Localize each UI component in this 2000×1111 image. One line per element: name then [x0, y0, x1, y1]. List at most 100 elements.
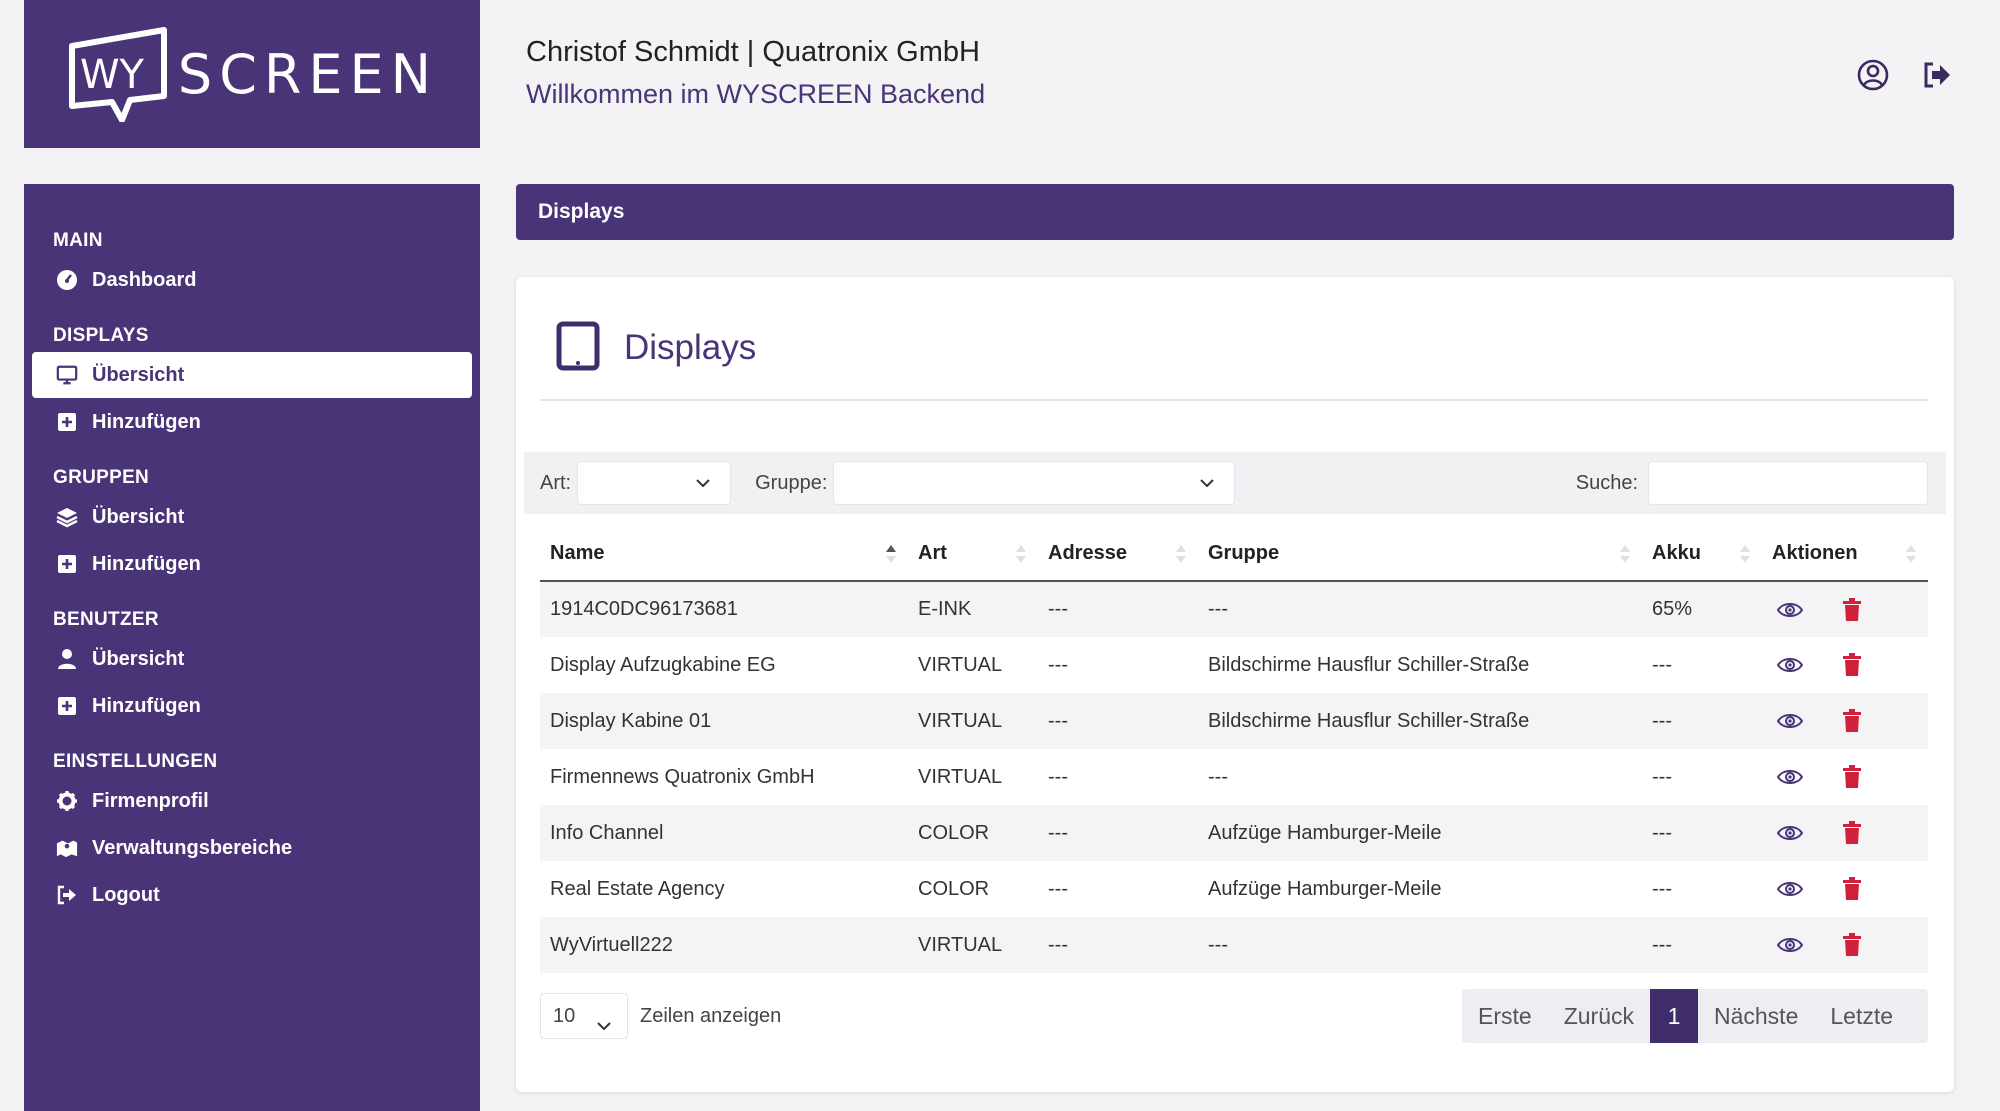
column-header-name[interactable]: Name	[540, 527, 908, 582]
cell-adresse: ---	[1038, 581, 1198, 637]
gear-icon	[56, 790, 78, 812]
logout-icon	[56, 884, 78, 906]
sidebar-item-displays-overview[interactable]: Übersicht	[32, 352, 472, 398]
sidebar-item-verwaltungsbereiche[interactable]: Verwaltungsbereiche	[32, 825, 472, 871]
table-row: Firmennews Quatronix GmbH VIRTUAL --- --- --…	[540, 749, 1928, 805]
gruppe-filter-label: Gruppe:	[755, 471, 828, 494]
view-eye-icon[interactable]	[1774, 873, 1806, 905]
sort-icon	[1174, 543, 1188, 571]
cell-name: Display Kabine 01	[540, 693, 908, 749]
table-row: Real Estate Agency COLOR --- Aufzüge Hambur…	[540, 861, 1928, 917]
sort-icon	[1904, 543, 1918, 571]
sidebar-item-logout[interactable]: Logout	[32, 872, 472, 918]
cell-akku: ---	[1652, 765, 1672, 788]
search-label: Suche:	[1575, 471, 1638, 494]
chevron-down-icon	[694, 474, 712, 498]
cell-actions	[1762, 637, 1928, 693]
table-row: Info Channel COLOR --- Aufzüge Hamburger-Me…	[540, 805, 1928, 861]
card-header: Displays	[540, 297, 1928, 401]
dashboard-icon	[56, 269, 78, 291]
view-eye-icon[interactable]	[1774, 817, 1806, 849]
view-eye-icon[interactable]	[1774, 929, 1806, 961]
sidebar-item-label: Hinzufügen	[92, 410, 201, 433]
cell-adresse: ---	[1048, 877, 1068, 900]
cell-akku: 65%	[1642, 581, 1762, 637]
delete-trash-icon[interactable]	[1836, 649, 1868, 681]
cell-actions	[1762, 749, 1928, 805]
sidebar-item-label: Hinzufügen	[92, 552, 201, 575]
sidebar-section-benutzer: BENUTZER	[53, 609, 159, 630]
sidebar-item-firmenprofil[interactable]: Firmenprofil	[32, 778, 472, 824]
sidebar-item-benutzer-add[interactable]: Hinzufügen	[32, 683, 472, 729]
pager-prev-button[interactable]: Zurück	[1548, 989, 1650, 1043]
cell-akku: ---	[1642, 805, 1762, 861]
cell-actions	[1762, 805, 1928, 861]
sort-asc-icon	[884, 543, 898, 571]
delete-trash-icon[interactable]	[1836, 817, 1868, 849]
art-filter-select[interactable]	[577, 461, 732, 505]
column-header-akku[interactable]: Akku	[1642, 527, 1762, 582]
displays-card: Displays Art: Gruppe: Suche: Name Art Ad…	[516, 277, 1954, 1092]
cell-actions	[1762, 581, 1928, 637]
sidebar-item-label: Logout	[92, 883, 160, 906]
view-eye-icon[interactable]	[1774, 594, 1806, 626]
cell-name: Display Aufzugkabine EG	[550, 653, 776, 676]
art-filter-label: Art:	[540, 471, 572, 494]
sidebar-item-label: Übersicht	[92, 505, 185, 528]
sidebar-section-main: MAIN	[53, 230, 103, 251]
table-row: 1914C0DC96173681 E-INK --- --- 65%	[540, 581, 1928, 637]
pager-last-button[interactable]: Letzte	[1814, 989, 1909, 1043]
logout-icon[interactable]	[1920, 58, 1954, 92]
column-header-adresse[interactable]: Adresse	[1038, 527, 1198, 582]
cell-akku: ---	[1652, 653, 1672, 676]
sidebar: MAIN Dashboard DISPLAYS Übersicht Hinzuf…	[24, 184, 480, 1111]
cell-actions	[1762, 693, 1928, 749]
delete-trash-icon[interactable]	[1836, 929, 1868, 961]
header-welcome-text: Willkommen im WYSCREEN Backend	[526, 79, 986, 109]
column-header-aktionen[interactable]: Aktionen	[1762, 527, 1928, 582]
tablet-icon	[556, 321, 600, 376]
cell-art: VIRTUAL	[908, 693, 1038, 749]
delete-trash-icon[interactable]	[1836, 873, 1868, 905]
sidebar-item-gruppen-add[interactable]: Hinzufügen	[32, 541, 472, 587]
view-eye-icon[interactable]	[1774, 649, 1806, 681]
sidebar-item-benutzer-overview[interactable]: Übersicht	[32, 636, 472, 682]
user-profile-icon[interactable]	[1856, 58, 1890, 92]
column-header-gruppe[interactable]: Gruppe	[1198, 527, 1642, 582]
sidebar-item-dashboard[interactable]: Dashboard	[32, 257, 472, 303]
layers-icon	[56, 506, 78, 528]
view-eye-icon[interactable]	[1774, 705, 1806, 737]
gruppe-filter-select[interactable]	[833, 461, 1236, 505]
sidebar-item-displays-add[interactable]: Hinzufügen	[32, 399, 472, 445]
cell-akku: ---	[1642, 917, 1762, 973]
card-title: Displays	[624, 328, 757, 367]
cell-akku: ---	[1652, 877, 1672, 900]
pager-page-1-button[interactable]: 1	[1649, 989, 1698, 1043]
search-input[interactable]	[1648, 461, 1928, 505]
cell-actions	[1762, 917, 1928, 973]
sidebar-item-label: Übersicht	[92, 647, 185, 670]
page-length-value: 10	[553, 1005, 576, 1027]
delete-trash-icon[interactable]	[1836, 761, 1868, 793]
delete-trash-icon[interactable]	[1836, 594, 1868, 626]
column-header-art[interactable]: Art	[908, 527, 1038, 582]
sidebar-item-gruppen-overview[interactable]: Übersicht	[32, 494, 472, 540]
page-length-control: 10 Zeilen anzeigen	[540, 993, 781, 1039]
cell-gruppe: ---	[1198, 581, 1642, 637]
pager-next-button[interactable]: Nächste	[1698, 989, 1814, 1043]
monitor-icon	[56, 364, 78, 386]
view-eye-icon[interactable]	[1774, 761, 1806, 793]
delete-trash-icon[interactable]	[1836, 705, 1868, 737]
table-row: Display Kabine 01 VIRTUAL --- Bildschirme H…	[540, 693, 1928, 749]
plus-square-icon	[56, 695, 78, 717]
page-length-select[interactable]: 10	[540, 993, 628, 1039]
pager-first-button[interactable]: Erste	[1462, 989, 1548, 1043]
cell-adresse: ---	[1038, 917, 1198, 973]
cell-art: E-INK	[908, 581, 1038, 637]
sidebar-item-label: Hinzufügen	[92, 694, 201, 717]
cell-art: VIRTUAL	[908, 917, 1038, 973]
cell-actions	[1762, 861, 1928, 917]
cell-akku: ---	[1642, 693, 1762, 749]
cell-name: Real Estate Agency	[550, 877, 725, 900]
logo-speech-bubble-icon: WY	[66, 26, 170, 122]
